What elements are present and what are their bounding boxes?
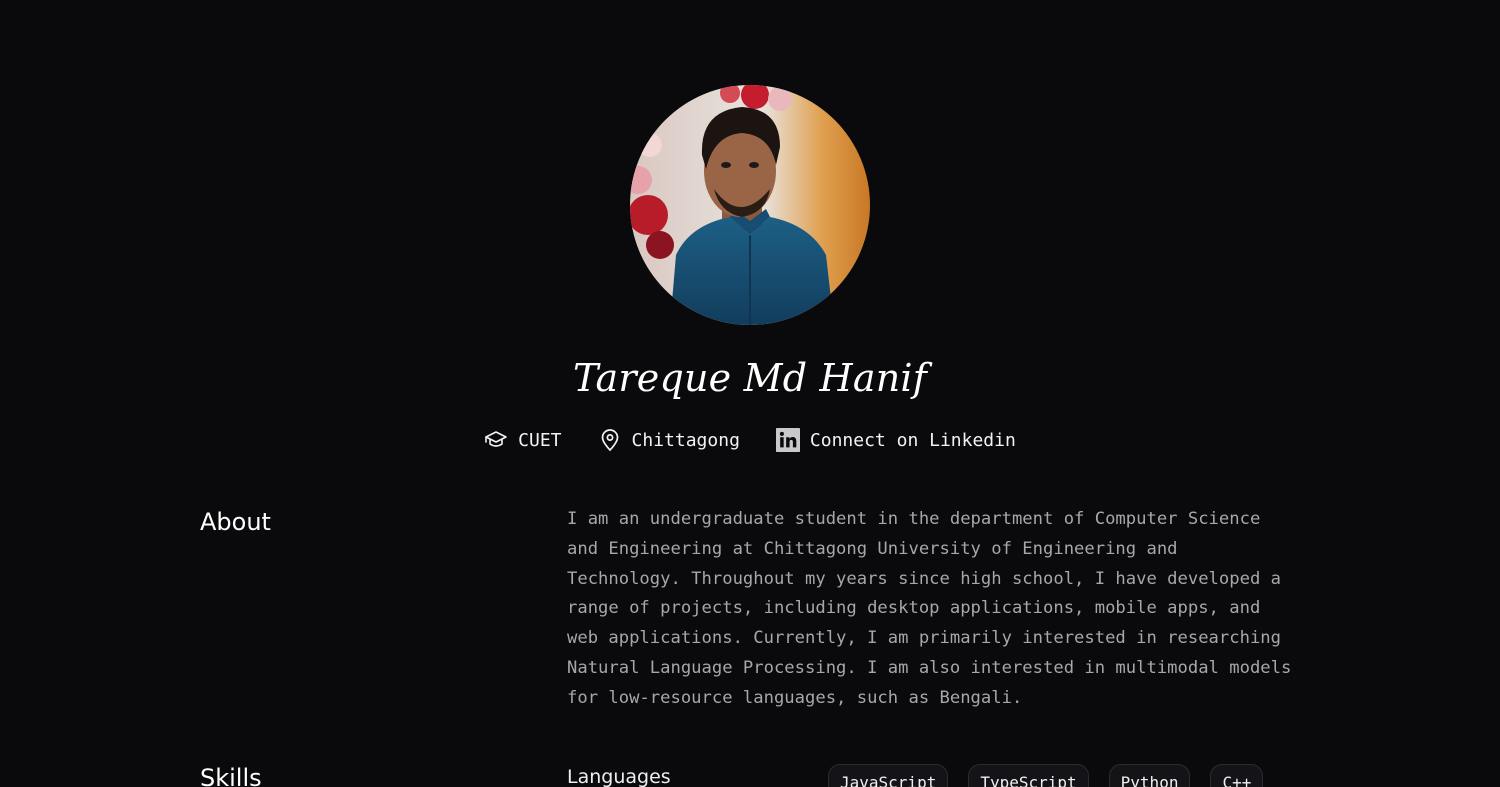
skill-chip: JavaScript [828, 764, 949, 787]
institution-label: CUET [518, 429, 562, 451]
avatar-photo [630, 85, 870, 325]
institution-item: CUET [484, 426, 562, 454]
about-heading: About [200, 508, 271, 536]
location-label: Chittagong [631, 429, 740, 451]
profile-name: Tareque Md Hanif [572, 356, 928, 400]
skills-group-label: Languages [567, 766, 671, 787]
skills-chip-list: JavaScript TypeScript Python C++ [828, 764, 1264, 787]
skill-chip: TypeScript [968, 764, 1089, 787]
map-pin-icon [598, 428, 622, 452]
linkedin-icon[interactable] [775, 428, 800, 452]
location-item: Chittagong [598, 426, 740, 454]
portfolio-page: Tareque Md Hanif CUET Chittagong Connect… [0, 0, 1500, 787]
graduation-cap-icon [484, 428, 508, 452]
profile-meta-row: CUET Chittagong Connect on Linkedin [0, 426, 1500, 454]
linkedin-link[interactable]: Connect on Linkedin [775, 426, 1016, 454]
skill-chip: Python [1108, 764, 1191, 787]
linkedin-label[interactable]: Connect on Linkedin [810, 430, 1016, 451]
skills-heading: Skills [200, 764, 262, 787]
about-text: I am an undergraduate student in the dep… [567, 509, 1292, 708]
profile-avatar [630, 85, 870, 325]
skill-chip: C++ [1210, 764, 1264, 787]
